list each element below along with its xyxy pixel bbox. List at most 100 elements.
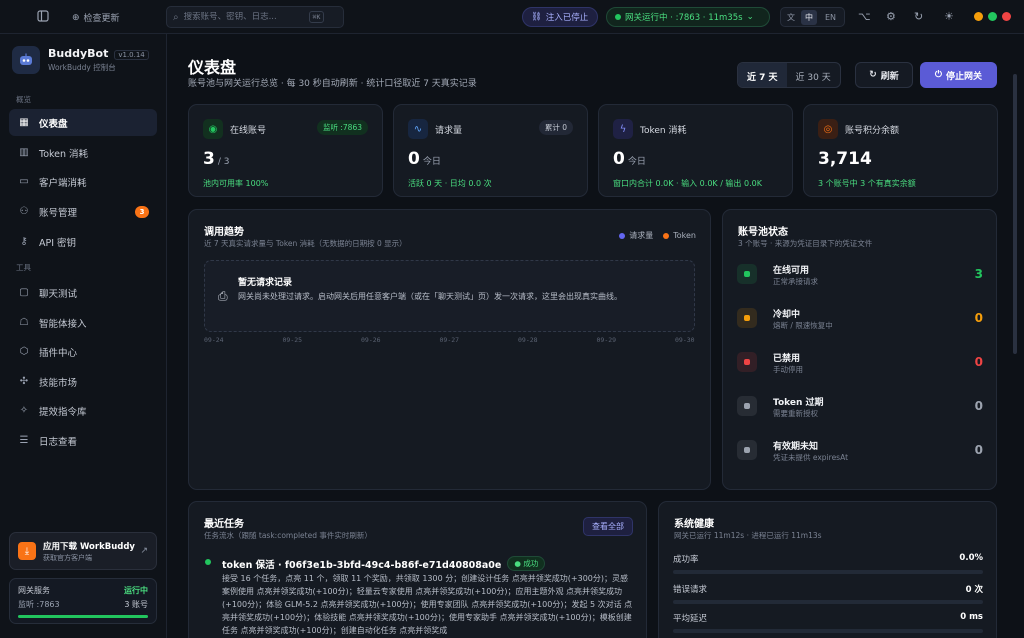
version-badge: v1.0.14 — [114, 50, 149, 60]
pool-status-count: 3 — [974, 267, 983, 281]
health-value: 0 次 — [965, 585, 983, 595]
sidebar-item-client-usage[interactable]: ▭ 客户端消耗 — [9, 168, 157, 195]
sidebar-item-prompts[interactable]: ✧ 提效指令库 — [9, 397, 157, 424]
gateway-status-label: 网关运行中 · :7863 · 11m35s — [625, 13, 743, 23]
health-value: 0.0% — [959, 553, 983, 563]
range-7-days-button[interactable]: 近 7 天 — [738, 63, 787, 87]
stat-footnote: 3 个账号中 3 个有真实余额 — [818, 179, 916, 188]
stat-value: 3 — [203, 149, 215, 169]
check-update-button[interactable]: ⊕ 检查更新 — [72, 11, 120, 25]
pool-status-count: 0 — [974, 443, 983, 457]
usage-trend-card: 调用趋势 近 7 天真实请求量与 Token 消耗（无数据的日期按 0 显示） … — [188, 209, 711, 490]
stat-label: 在线账号 — [230, 126, 267, 136]
stop-gateway-label: 停止网关 — [946, 71, 983, 82]
range-selector: 近 7 天 近 30 天 — [737, 62, 841, 88]
refresh-icon[interactable]: ↻ — [914, 10, 923, 23]
gateway-status-button[interactable]: 网关运行中 · :7863 · 11m35s ⌄ — [606, 7, 770, 27]
window-maximize-button[interactable] — [988, 12, 997, 21]
x-tick-label: 09-27 — [439, 336, 460, 344]
github-icon[interactable]: ⌥ — [858, 10, 871, 23]
pool-status-row: 冷却中 熔断 / 限速恢复中 0 — [737, 303, 983, 333]
sidebar-item-chat-test[interactable]: ▢ 聊天测试 — [9, 279, 157, 306]
theme-toggle-icon[interactable]: ☀ — [944, 10, 954, 23]
sidebar: BuddyBot v1.0.14 WorkBuddy 控制台 概览 ▦ 仪表盘 ▥… — [0, 34, 167, 638]
health-label: 错误请求 — [673, 585, 708, 595]
health-label: 成功率 — [673, 555, 699, 565]
download-app-button[interactable]: ⤓ 应用下载 WorkBuddy 获取官方客户端 ↗ — [9, 532, 157, 570]
gateway-service-status: 运行中 — [124, 586, 148, 595]
search-input[interactable] — [183, 12, 304, 22]
sidebar-item-label: Token 消耗 — [39, 148, 89, 160]
settings-icon[interactable]: ⚙ — [886, 10, 896, 23]
card-subtitle: 近 7 天真实请求量与 Token 消耗（无数据的日期按 0 显示） — [204, 239, 407, 248]
total-requests-badge: 累计 0 — [538, 120, 573, 135]
stat-value-row: 3/ 3 — [203, 149, 229, 169]
sidebar-item-plugins[interactable]: ⬡ 插件中心 — [9, 338, 157, 365]
health-label: 平均延迟 — [673, 614, 708, 624]
lang-en-button[interactable]: EN — [821, 11, 840, 24]
gateway-service-card: 网关服务 运行中 监听 :7863 3 账号 — [9, 578, 157, 624]
brand-name: BuddyBot — [48, 47, 109, 60]
window-minimize-button[interactable] — [974, 12, 983, 21]
sidebar-item-agent-access[interactable]: ☖ 智能体接入 — [9, 309, 157, 336]
range-30-days-button[interactable]: 近 30 天 — [787, 63, 840, 87]
translate-icon: 文 — [787, 12, 795, 22]
sidebar-item-accounts[interactable]: ⚇ 账号管理 3 — [9, 198, 157, 225]
sidebar-item-api-keys[interactable]: ⚷ API 密钥 — [9, 228, 157, 255]
check-update-label: 检查更新 — [83, 14, 120, 24]
stat-card-online-accounts: ◉ 在线账号 监听 :7863 3/ 3 池内可用率 100% — [188, 104, 383, 197]
pool-status-name: 有效期未知 — [773, 442, 819, 452]
search-box[interactable]: ⌕ ⌘K — [166, 6, 344, 28]
pool-status-count: 0 — [974, 399, 983, 413]
x-tick-label: 09-24 — [204, 336, 224, 344]
log-icon: ☰ — [19, 435, 29, 446]
stat-value: 3,714 — [818, 149, 872, 169]
status-indicator-mark — [744, 271, 750, 277]
plus-circle-icon: ⊕ — [72, 12, 80, 23]
stat-footnote: 池内可用率 100% — [203, 179, 269, 188]
section-label-tools: 工具 — [16, 263, 31, 272]
health-bar — [673, 600, 983, 604]
pool-status-desc: 熔断 / 限速恢复中 — [773, 321, 833, 330]
inject-status-button[interactable]: ⛓ 注入已停止 — [522, 7, 598, 27]
x-tick-label: 09-28 — [518, 336, 538, 344]
stat-label: 请求量 — [435, 126, 463, 136]
page-scrollbar[interactable] — [1013, 74, 1017, 354]
language-switch[interactable]: 文 中 EN — [780, 7, 846, 27]
x-tick-label: 09-30 — [675, 336, 695, 344]
sidebar-item-logs[interactable]: ☰ 日志查看 — [9, 427, 157, 454]
activity-icon: ∿ — [408, 119, 428, 139]
pool-status-name: 在线可用 — [773, 266, 810, 276]
card-subtitle: 3 个账号 · 来源为凭证目录下的凭证文件 — [738, 239, 873, 248]
card-title: 最近任务 — [204, 519, 244, 530]
lang-zh-button[interactable]: 中 — [801, 9, 817, 25]
pool-status-name: 冷却中 — [773, 310, 801, 320]
refresh-label: 刷新 — [880, 71, 899, 82]
pool-status-count: 0 — [974, 311, 983, 325]
sidebar-toggle-icon[interactable] — [37, 10, 49, 22]
pool-status-row: 已禁用 手动停用 0 — [737, 347, 983, 377]
top-bar: ⊕ 检查更新 ⌕ ⌘K ⛓ 注入已停止 网关运行中 · :7863 · 11m3… — [0, 0, 1024, 34]
status-indicator-icon — [737, 308, 757, 328]
empty-description: 网关尚未处理过请求。启动网关后用任意客户端（或在「聊天测试」页）发一次请求，这里… — [238, 292, 622, 301]
task-item-title: token 保活 · f06f3e1b-3bfd-49c4-b86f-e71d4… — [222, 556, 546, 571]
stat-footnote: 活跃 0 天 · 日均 0.0 次 — [408, 179, 492, 188]
window-close-button[interactable] — [1002, 12, 1011, 21]
account-pool-card: 账号池状态 3 个账号 · 来源为凭证目录下的凭证文件 在线可用 正常承接请求 3 冷… — [722, 209, 997, 490]
pool-status-row: Token 过期 需要重新授权 0 — [737, 391, 983, 421]
stat-value-row: 0 今日 — [613, 149, 646, 169]
refresh-button[interactable]: ↻ 刷新 — [855, 62, 913, 88]
listen-port-badge: 监听 :7863 — [317, 120, 368, 135]
sidebar-item-label: 客户端消耗 — [39, 177, 87, 189]
inbox-icon: ⎙ — [218, 289, 228, 303]
status-indicator-mark — [744, 359, 750, 365]
stop-gateway-button[interactable]: ⏻ 停止网关 — [920, 62, 997, 88]
inject-status-label: 注入已停止 — [545, 13, 589, 23]
search-shortcut: ⌘K — [308, 11, 325, 23]
sidebar-item-skills[interactable]: ✣ 技能市场 — [9, 368, 157, 395]
sidebar-item-label: 日志查看 — [39, 436, 78, 448]
view-all-button[interactable]: 查看全部 — [583, 517, 633, 536]
sidebar-item-token-usage[interactable]: ▥ Token 消耗 — [9, 139, 157, 166]
sidebar-item-dashboard[interactable]: ▦ 仪表盘 — [9, 109, 157, 136]
bolt-icon: ϟ — [613, 119, 633, 139]
